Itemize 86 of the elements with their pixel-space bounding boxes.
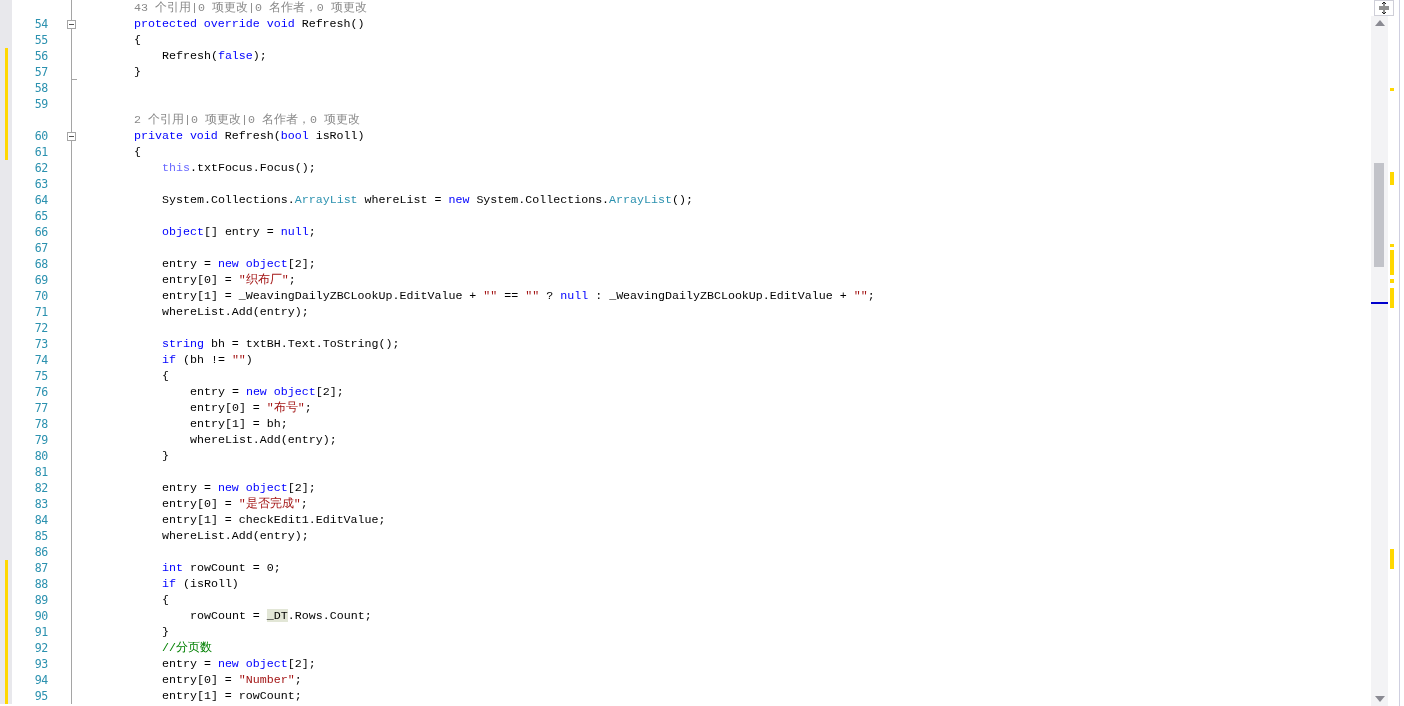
code-line: } [162,624,169,640]
code-line: { [162,368,169,384]
code-line: //分页数 [162,640,212,656]
caret-marker [1371,302,1388,304]
scroll-down-icon[interactable] [1374,696,1385,702]
code-lens[interactable]: 2 个引用|0 项更改|0 名作者，0 项更改 [134,112,360,128]
code-line: System.Collections.ArrayList whereList = new System.Collections.ArrayList(); [162,192,693,208]
split-icon[interactable] [1374,0,1394,16]
code-line: { [162,592,169,608]
line-number: 82 [33,480,48,496]
vertical-scrollbar[interactable] [1371,16,1388,706]
line-number: 84 [33,512,48,528]
code-line: if (isRoll) [162,576,239,592]
code-line: entry[0] = "是否完成"; [162,496,308,512]
collapse-icon[interactable] [67,132,76,141]
line-number: 60 [33,128,48,144]
scroll-up-icon[interactable] [1374,20,1385,26]
line-number: 94 [33,672,48,688]
code-line: entry[0] = "布号"; [190,400,312,416]
line-number: 89 [33,592,48,608]
code-lens[interactable]: 43 个引用|0 项更改|0 名作者，0 项更改 [134,0,367,16]
collapse-icon[interactable] [67,20,76,29]
line-number: 74 [33,352,48,368]
line-number: 87 [33,560,48,576]
code-line: entry[0] = "Number"; [162,672,302,688]
line-number: 72 [33,320,48,336]
code-line: } [134,64,141,80]
code-line: object[] entry = null; [162,224,316,240]
line-number: 86 [33,544,48,560]
line-number: 65 [33,208,48,224]
line-number: 95 [33,688,48,704]
line-number: 68 [33,256,48,272]
code-line: entry = new object[2]; [190,384,344,400]
line-number: 63 [33,176,48,192]
code-line: private void Refresh(bool isRoll) [134,128,365,144]
line-number: 93 [33,656,48,672]
line-number: 79 [33,432,48,448]
line-number: 71 [33,304,48,320]
line-number: 66 [33,224,48,240]
code-line: { [134,144,141,160]
code-line: entry[1] = bh; [190,416,288,432]
code-line: entry = new object[2]; [162,256,316,272]
line-number: 81 [33,464,48,480]
line-number: 76 [33,384,48,400]
line-number: 75 [33,368,48,384]
line-number: 56 [33,48,48,64]
code-line: this.txtFocus.Focus(); [162,160,316,176]
line-number: 61 [33,144,48,160]
line-number: 59 [33,96,48,112]
line-number: 85 [33,528,48,544]
line-number: 58 [33,80,48,96]
code-line: whereList.Add(entry); [162,304,309,320]
line-number: 80 [33,448,48,464]
line-number: 62 [33,160,48,176]
code-line: string bh = txtBH.Text.ToString(); [162,336,400,352]
line-number: 92 [33,640,48,656]
line-number: 69 [33,272,48,288]
line-number: 77 [33,400,48,416]
code-line: entry = new object[2]; [162,656,316,672]
code-line: protected override void Refresh() [134,16,365,32]
line-number: 70 [33,288,48,304]
code-line: whereList.Add(entry); [162,528,309,544]
code-line: rowCount = _DT.Rows.Count; [190,608,372,624]
code-line: { [134,32,141,48]
line-number: 64 [33,192,48,208]
code-line: whereList.Add(entry); [190,432,337,448]
scroll-thumb[interactable] [1374,163,1384,267]
code-line: } [162,448,169,464]
line-number: 73 [33,336,48,352]
code-line: entry[1] = rowCount; [162,688,302,704]
code-line: entry[1] = _WeavingDailyZBCLookUp.EditValue + "" == "" ? null : _WeavingDailyZBCLookUp.EditValue + ""; [162,288,875,304]
code-line: Refresh(false); [162,48,267,64]
line-number: 83 [33,496,48,512]
code-line: int rowCount = 0; [162,560,281,576]
code-line: entry[1] = checkEdit1.EditValue; [162,512,386,528]
line-number: 57 [33,64,48,80]
code-line: if (bh != "") [162,352,253,368]
line-number: 54 [33,16,48,32]
line-number: 90 [33,608,48,624]
line-number: 67 [33,240,48,256]
line-number: 55 [33,32,48,48]
code-line: entry = new object[2]; [162,480,316,496]
line-number: 78 [33,416,48,432]
line-number: 91 [33,624,48,640]
line-number: 88 [33,576,48,592]
code-line: entry[0] = "织布厂"; [162,272,296,288]
